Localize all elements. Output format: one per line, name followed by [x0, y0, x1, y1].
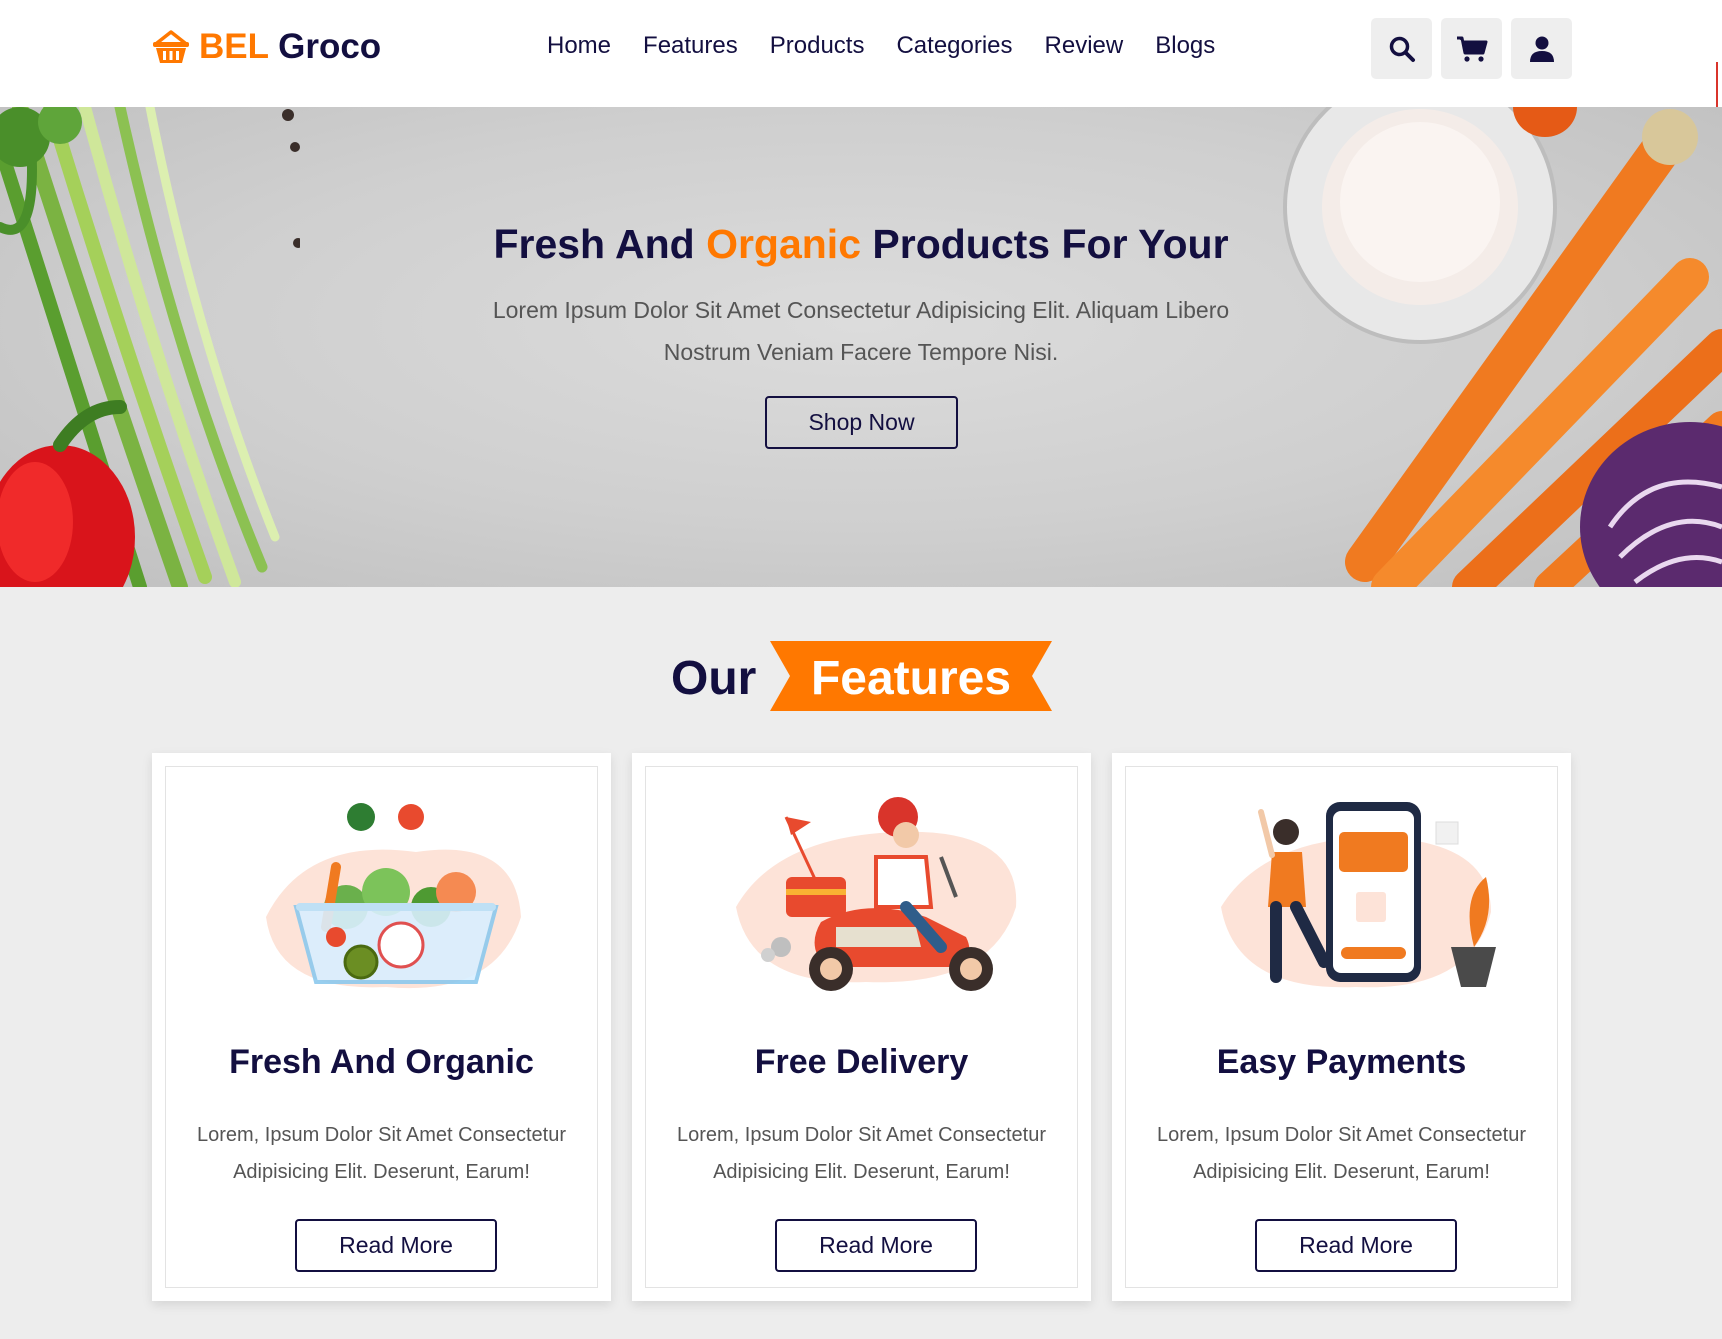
nav-blogs[interactable]: Blogs: [1155, 32, 1215, 60]
brand-name-part1: BEL: [199, 27, 269, 66]
hero-title-accent: Organic: [706, 221, 861, 267]
cart-icon: [1456, 36, 1487, 62]
shop-now-button[interactable]: Shop Now: [765, 396, 958, 449]
feature-card-title: Easy Payments: [1216, 1043, 1467, 1081]
feature-card-border: Free Delivery Lorem, Ipsum Dolor Sit Ame…: [645, 766, 1078, 1288]
site-header: BEL Groco Home Features Products Categor…: [0, 0, 1722, 107]
cart-button[interactable]: [1441, 18, 1502, 79]
main-nav: Home Features Products Categories Review…: [547, 32, 1247, 60]
feature-card-title: Free Delivery: [754, 1043, 969, 1081]
nav-review[interactable]: Review: [1045, 32, 1124, 60]
features-heading: Our Features: [0, 641, 1722, 711]
vegetables-left-image: [0, 107, 300, 587]
nav-features[interactable]: Features: [643, 32, 738, 60]
features-heading-accent: Features: [810, 652, 1012, 705]
brand-name: BEL Groco: [199, 27, 381, 67]
search-button[interactable]: [1371, 18, 1432, 79]
hero-title: Fresh And Organic Products For Your: [0, 221, 1722, 268]
feature-card-fresh: Fresh And Organic Lorem, Ipsum Dolor Sit…: [152, 753, 611, 1301]
feature-card-payments: Easy Payments Lorem, Ipsum Dolor Sit Ame…: [1112, 753, 1571, 1301]
feature-card-description: Lorem, Ipsum Dolor Sit Amet Consectetur …: [196, 1124, 567, 1183]
delivery-scooter-illustration: [736, 797, 1017, 991]
nav-home[interactable]: Home: [547, 32, 611, 60]
basket-icon: [153, 30, 189, 63]
feature-card-border: Fresh And Organic Lorem, Ipsum Dolor Sit…: [165, 766, 598, 1288]
read-more-button[interactable]: Read More: [775, 1219, 977, 1272]
hero-title-end: Products For Your: [861, 221, 1229, 267]
hero-description: Lorem Ipsum Dolor Sit Amet Consectetur A…: [492, 297, 1230, 365]
feature-card-border: Easy Payments Lorem, Ipsum Dolor Sit Ame…: [1125, 766, 1558, 1288]
read-more-button[interactable]: Read More: [295, 1219, 497, 1272]
search-icon: [1389, 36, 1415, 62]
salad-bowl-illustration: [266, 803, 521, 989]
hero-banner: Fresh And Organic Products For Your Lore…: [0, 107, 1722, 587]
feature-card-title: Fresh And Organic: [229, 1043, 534, 1081]
feature-card-delivery: Free Delivery Lorem, Ipsum Dolor Sit Ame…: [632, 753, 1091, 1301]
brand-logo[interactable]: BEL Groco: [151, 27, 381, 67]
header-icons: [1371, 18, 1572, 79]
read-more-button[interactable]: Read More: [1255, 1219, 1457, 1272]
vegetables-right-image: [1283, 107, 1722, 587]
features-heading-plain: Our: [671, 652, 757, 705]
brand-name-part2: Groco: [278, 27, 382, 66]
hero-title-start: Fresh And: [493, 221, 707, 267]
user-icon: [1529, 36, 1554, 62]
user-button[interactable]: [1511, 18, 1572, 79]
mobile-payment-illustration: [1221, 802, 1496, 988]
nav-products[interactable]: Products: [770, 32, 865, 60]
feature-card-description: Lorem, Ipsum Dolor Sit Amet Consectetur …: [1156, 1124, 1527, 1183]
feature-card-description: Lorem, Ipsum Dolor Sit Amet Consectetur …: [676, 1124, 1047, 1183]
nav-categories[interactable]: Categories: [896, 32, 1012, 60]
